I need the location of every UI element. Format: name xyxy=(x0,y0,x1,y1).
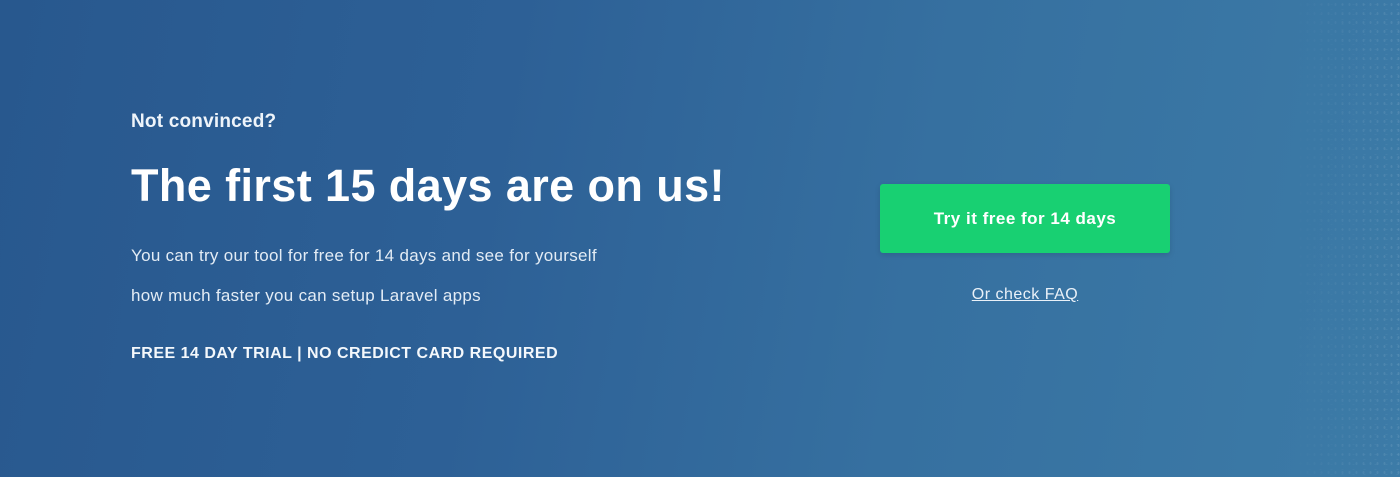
trial-cta-section: Not convinced? The first 15 days are on … xyxy=(0,0,1400,477)
cta-action-column: Try it free for 14 days Or check FAQ xyxy=(880,184,1170,304)
cta-eyebrow: Not convinced? xyxy=(131,111,277,132)
try-free-button[interactable]: Try it free for 14 days xyxy=(880,184,1170,253)
background-texture xyxy=(1290,0,1400,477)
description-line-2: how much faster you can setup Laravel ap… xyxy=(131,286,481,305)
trial-note: FREE 14 DAY TRIAL | NO CREDICT CARD REQU… xyxy=(131,345,559,362)
cta-headline: The first 15 days are on us! xyxy=(131,160,725,211)
cta-text-column: Not convinced? The first 15 days are on … xyxy=(131,108,771,366)
cta-description: You can try our tool for free for 14 day… xyxy=(131,236,691,316)
description-line-1: You can try our tool for free for 14 day… xyxy=(131,246,597,265)
check-faq-link[interactable]: Or check FAQ xyxy=(972,286,1078,304)
